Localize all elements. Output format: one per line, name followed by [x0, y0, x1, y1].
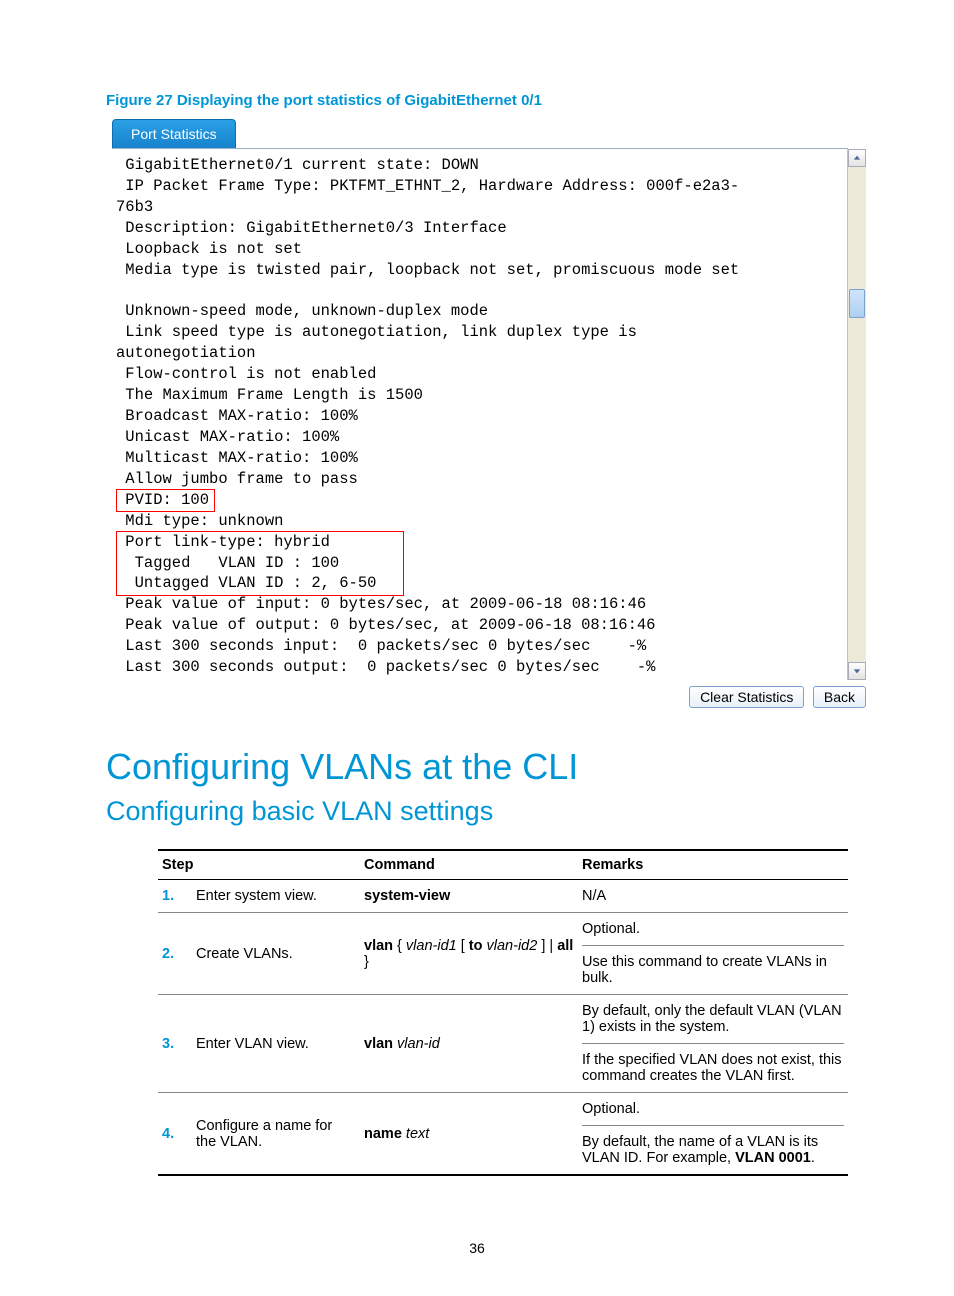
remarks-text: Optional. Use this command to create VLA… — [578, 913, 848, 995]
remark-line: Optional. — [582, 921, 844, 946]
cmd-italic: text — [406, 1126, 429, 1142]
table-header-row: Step Command Remarks — [158, 850, 848, 880]
cmd-bold: all — [557, 938, 573, 954]
command-text: vlan vlan-id — [360, 995, 578, 1093]
heading-configuring-basic-vlan: Configuring basic VLAN settings — [106, 796, 848, 827]
col-command: Command — [360, 850, 578, 880]
cmd-italic: vlan-id2 — [487, 938, 538, 954]
remark-line: Optional. — [582, 1101, 844, 1126]
step-text: Create VLANs. — [192, 913, 360, 995]
cmd-bold: vlan — [364, 938, 393, 954]
step-number: 2. — [158, 913, 192, 995]
cmd-italic: vlan-id — [397, 1036, 440, 1052]
remark-bold: VLAN 0001 — [735, 1150, 811, 1166]
scroll-up-button[interactable] — [848, 149, 866, 167]
scrollbar[interactable] — [847, 149, 866, 680]
remarks-text: By default, only the default VLAN (VLAN … — [578, 995, 848, 1093]
remark-line: If the specified VLAN does not exist, th… — [582, 1052, 844, 1084]
table-row: 1. Enter system view. system-view N/A — [158, 880, 848, 913]
command-text: system-view — [360, 880, 578, 913]
step-text: Configure a name for the VLAN. — [192, 1093, 360, 1176]
step-number: 3. — [158, 995, 192, 1093]
command-text: name text — [360, 1093, 578, 1176]
scroll-thumb[interactable] — [849, 289, 865, 318]
terminal-output: GigabitEthernet0/1 current state: DOWN I… — [112, 149, 848, 680]
cmd-bold: name — [364, 1126, 402, 1142]
command-text: vlan { vlan-id1 [ to vlan-id2 ] | all } — [360, 913, 578, 995]
cmd-italic: vlan-id1 — [406, 938, 457, 954]
document-page: Figure 27 Displaying the port statistics… — [0, 0, 954, 1296]
page-number: 36 — [106, 1240, 848, 1256]
table-row: 4. Configure a name for the VLAN. name t… — [158, 1093, 848, 1176]
button-bar: Clear Statistics Back — [112, 686, 866, 708]
cmd-bold: vlan — [364, 1036, 393, 1052]
clear-statistics-button[interactable]: Clear Statistics — [689, 686, 804, 708]
heading-configuring-vlans-cli: Configuring VLANs at the CLI — [106, 746, 848, 788]
back-button[interactable]: Back — [813, 686, 866, 708]
remark-line: By default, only the default VLAN (VLAN … — [582, 1003, 844, 1044]
table-row: 3. Enter VLAN view. vlan vlan-id By defa… — [158, 995, 848, 1093]
step-text: Enter VLAN view. — [192, 995, 360, 1093]
scroll-down-button[interactable] — [848, 662, 866, 680]
col-step: Step — [158, 850, 360, 880]
table-row: 2. Create VLANs. vlan { vlan-id1 [ to vl… — [158, 913, 848, 995]
figure-caption: Figure 27 Displaying the port statistics… — [106, 92, 848, 109]
port-statistics-panel: Port Statistics GigabitEthernet0/1 curre… — [112, 119, 848, 708]
cmd-bold: to — [469, 938, 483, 954]
step-number: 1. — [158, 880, 192, 913]
remarks-text: Optional. By default, the name of a VLAN… — [578, 1093, 848, 1176]
terminal-panel: GigabitEthernet0/1 current state: DOWN I… — [112, 148, 848, 680]
remark-text: . — [811, 1150, 815, 1166]
cmd-bold: system-view — [364, 888, 450, 904]
col-remarks: Remarks — [578, 850, 848, 880]
step-number: 4. — [158, 1093, 192, 1176]
remark-line: Use this command to create VLANs in bulk… — [582, 954, 844, 986]
remark-line: By default, the name of a VLAN is its VL… — [582, 1134, 844, 1166]
steps-table: Step Command Remarks 1. Enter system vie… — [158, 849, 848, 1176]
tab-port-statistics[interactable]: Port Statistics — [112, 119, 236, 148]
remarks-text: N/A — [578, 880, 848, 913]
step-text: Enter system view. — [192, 880, 360, 913]
